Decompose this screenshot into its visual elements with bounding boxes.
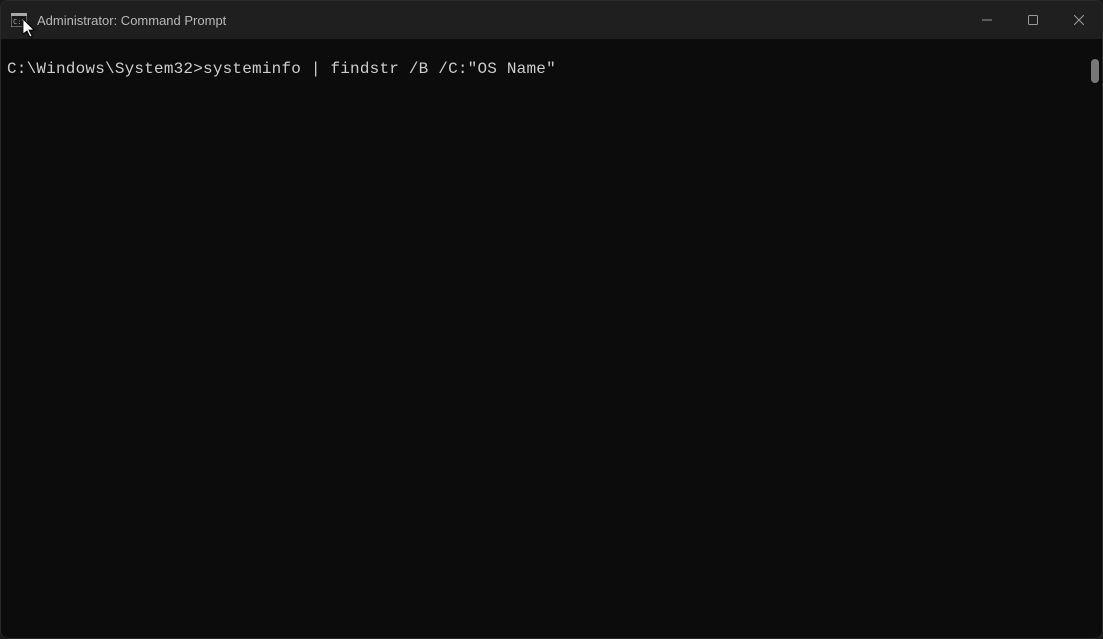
window-title: Administrator: Command Prompt bbox=[37, 13, 964, 28]
titlebar[interactable]: C:\ Administrator: Command Prompt bbox=[1, 1, 1102, 39]
command-prompt-window: C:\ Administrator: Command Prompt bbox=[0, 0, 1103, 639]
command-text: systeminfo | findstr /B /C:"OS Name" bbox=[203, 60, 556, 78]
svg-text:C:\: C:\ bbox=[13, 18, 26, 26]
prompt: C:\Windows\System32> bbox=[7, 60, 203, 78]
maximize-button[interactable] bbox=[1010, 1, 1056, 39]
close-button[interactable] bbox=[1056, 1, 1102, 39]
window-controls bbox=[964, 1, 1102, 39]
cmd-icon: C:\ bbox=[11, 13, 27, 27]
minimize-button[interactable] bbox=[964, 1, 1010, 39]
terminal-output[interactable]: C:\Windows\System32>systeminfo | findstr… bbox=[1, 39, 1102, 638]
command-line: C:\Windows\System32>systeminfo | findstr… bbox=[7, 59, 1102, 81]
vertical-scrollbar[interactable] bbox=[1091, 59, 1099, 83]
